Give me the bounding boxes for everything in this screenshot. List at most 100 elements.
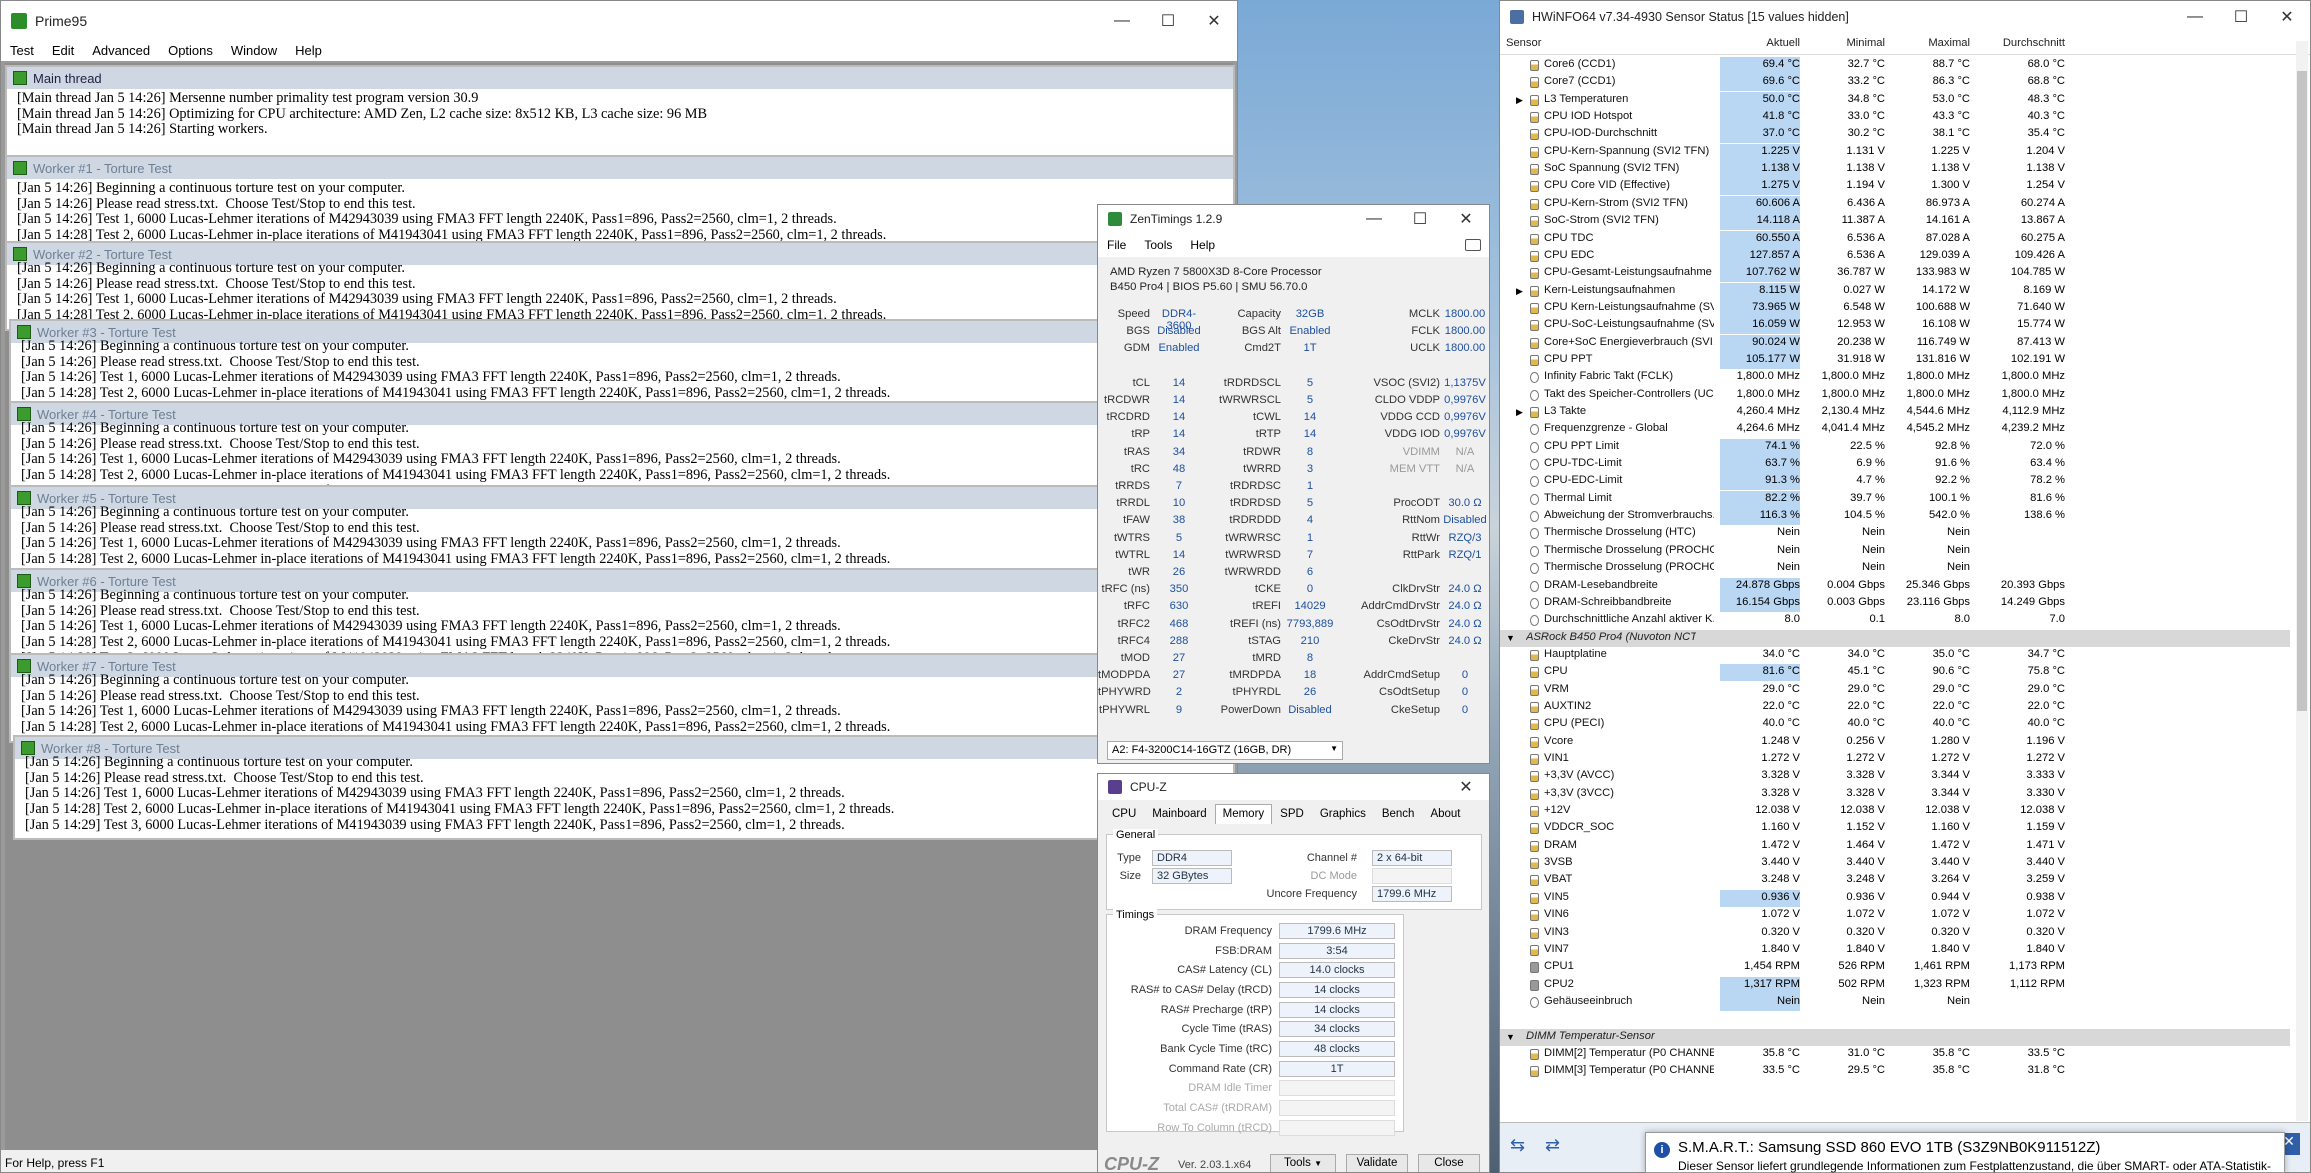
worker-window[interactable]: Worker #3 - Torture Test [Jan 5 14:26] Be…	[9, 319, 1235, 409]
col-sensor[interactable]: Sensor	[1506, 37, 1541, 49]
arrow-right-left-icon[interactable]: ⇄	[1545, 1135, 1560, 1156]
sensor-row[interactable]: ▼ DIMM Temperatur-Sensor	[1500, 1028, 2290, 1046]
sensor-row[interactable]: VIN5 0.936 V 0.936 V 0.944 V 0.938 V	[1500, 889, 2290, 907]
worker-window[interactable]: Worker #6 - Torture Test [Jan 5 14:26] Be…	[9, 568, 1235, 658]
sensor-row[interactable]: Frequenzgrenze - Global 4,264.6 MHz 4,041.…	[1500, 421, 2290, 438]
minimize-icon[interactable]: —	[1351, 205, 1397, 233]
worker-window[interactable]: Worker #5 - Torture Test [Jan 5 14:26] Be…	[9, 485, 1235, 575]
sensor-row[interactable]: VIN6 1.072 V 1.072 V 1.072 V 1.072 V	[1500, 907, 2290, 924]
validate-button[interactable]: Validate	[1346, 1154, 1408, 1172]
sensor-row[interactable]: ▶ Kern-Leistungsaufnahmen 8.115 W 0.027 W 14…	[1500, 282, 2290, 300]
menu-file[interactable]: File	[1098, 238, 1135, 252]
maximize-icon[interactable]: ☐	[1397, 205, 1443, 233]
scrollbar-thumb[interactable]	[2297, 71, 2307, 711]
menu-edit[interactable]: Edit	[43, 43, 83, 58]
sensor-row[interactable]: CPU1 1,454 RPM 526 RPM 1,461 RPM 1,173 RPM	[1500, 959, 2290, 976]
menu-help[interactable]: Help	[1181, 238, 1224, 252]
menu-advanced[interactable]: Advanced	[83, 43, 159, 58]
sensor-row[interactable]: CPU-EDC-Limit 91.3 % 4.7 % 92.2 % 78.2 %	[1500, 473, 2290, 491]
menu-window[interactable]: Window	[222, 43, 286, 58]
sensor-row[interactable]	[1500, 1011, 2290, 1028]
worker-window[interactable]: Worker #4 - Torture Test [Jan 5 14:26] Be…	[9, 401, 1235, 491]
sensor-row[interactable]: CPU-SoC-Leistungsaufnahme (SVI... 16.059 …	[1500, 317, 2290, 335]
col-max[interactable]: Maximal	[1890, 37, 1970, 49]
sensor-row[interactable]: CPU-Kern-Strom (SVI2 TFN) 60.606 A 6.436 A…	[1500, 195, 2290, 213]
col-min[interactable]: Minimal	[1805, 37, 1885, 49]
sensor-row[interactable]: Thermal Limit 82.2 % 39.7 % 100.1 % 81.6 %	[1500, 490, 2290, 508]
sensor-row[interactable]: CPU Core VID (Effective) 1.275 V 1.194 V 1.…	[1500, 178, 2290, 196]
sensor-row[interactable]: VIN3 0.320 V 0.320 V 0.320 V 0.320 V	[1500, 925, 2290, 942]
sensor-row[interactable]: DRAM-Lesebandbreite 24.878 Gbps 0.004 Gbps…	[1500, 577, 2290, 595]
sensor-row[interactable]: CPU TDC 60.550 A 6.536 A 87.028 A 60.275 A	[1500, 230, 2290, 248]
sensor-row[interactable]: CPU EDC 127.857 A 6.536 A 129.039 A 109.426 …	[1500, 247, 2290, 265]
arrow-left-right-icon[interactable]: ⇆	[1510, 1135, 1525, 1156]
sensor-row[interactable]: CPU Kern-Leistungsaufnahme (SVI... 73.965…	[1500, 299, 2290, 317]
main-thread-window[interactable]: Main thread [Main thread Jan 5 14:26] Me…	[5, 65, 1235, 157]
tab-memory[interactable]: Memory	[1214, 804, 1273, 824]
maximize-icon[interactable]: ☐	[1145, 1, 1191, 41]
sensor-row[interactable]: VIN7 1.840 V 1.840 V 1.840 V 1.840 V	[1500, 942, 2290, 959]
minimize-icon[interactable]: —	[2172, 1, 2218, 33]
sensor-row[interactable]: Core7 (CCD1) 69.6 °C 33.2 °C 86.3 °C 68.8 °C	[1500, 74, 2290, 92]
sensor-row[interactable]: DRAM-Schreibbandbreite 16.154 Gbps 0.003 G…	[1500, 594, 2290, 612]
sensor-row[interactable]: +3,3V (AVCC) 3.328 V 3.328 V 3.344 V 3.333 V	[1500, 768, 2290, 785]
col-average[interactable]: Durchschnitt	[1975, 37, 2065, 49]
sensor-row[interactable]: CPU PPT Limit 74.1 % 22.5 % 92.8 % 72.0 %	[1500, 438, 2290, 456]
tools-button[interactable]: Tools ▼	[1270, 1154, 1336, 1172]
sensor-row[interactable]: Thermische Drosselung (HTC) Nein Nein Nein	[1500, 525, 2290, 542]
sensor-row[interactable]: ▶ L3 Temperaturen 50.0 °C 34.8 °C 53.0 °C 48.…	[1500, 91, 2290, 109]
sensor-row[interactable]: CPU IOD Hotspot 41.8 °C 33.0 °C 43.3 °C 40.3…	[1500, 109, 2290, 127]
expand-arrow-icon[interactable]: ▼	[1506, 633, 1515, 643]
close-icon[interactable]: ✕	[1443, 774, 1489, 800]
expand-arrow-icon[interactable]: ▶	[1516, 286, 1523, 297]
close-icon[interactable]: ✕	[1443, 205, 1489, 233]
sensor-row[interactable]: +3,3V (3VCC) 3.328 V 3.328 V 3.344 V 3.330 V	[1500, 786, 2290, 803]
worker-window[interactable]: Worker #2 - Torture Test [Jan 5 14:26] Be…	[5, 241, 1235, 331]
sensor-row[interactable]: Core+SoC Energieverbrauch (SVI... 90.024 …	[1500, 334, 2290, 352]
hwinfo-titlebar[interactable]: HWiNFO64 v7.34-4930 Sensor Status [15 va…	[1500, 1, 2310, 33]
tab-graphics[interactable]: Graphics	[1312, 804, 1374, 824]
sensor-row[interactable]: Thermische Drosselung (PROCHO... Nein Nein…	[1500, 543, 2290, 560]
sensor-row[interactable]: 3VSB 3.440 V 3.440 V 3.440 V 3.440 V	[1500, 855, 2290, 872]
sensor-row[interactable]: Durchschnittliche Anzahl aktiver K... 8.0…	[1500, 612, 2290, 629]
sensor-row[interactable]: Abweichung der Stromverbrauchs... 116.3 %…	[1500, 508, 2290, 526]
sensor-row[interactable]: Hauptplatine 34.0 °C 34.0 °C 35.0 °C 34.7 °C	[1500, 647, 2290, 664]
module-select[interactable]: A2: F4-3200C14-16GTZ (16GB, DR) ▼	[1107, 741, 1343, 760]
sensor-row[interactable]: CPU PPT 105.177 W 31.918 W 131.816 W 102.191…	[1500, 351, 2290, 369]
tab-bench[interactable]: Bench	[1374, 804, 1423, 824]
sensor-row[interactable]: Vcore 1.248 V 0.256 V 1.280 V 1.196 V	[1500, 734, 2290, 751]
worker-titlebar[interactable]: Worker #1 - Torture Test	[7, 157, 1233, 179]
maximize-icon[interactable]: ☐	[2218, 1, 2264, 33]
tab-spd[interactable]: SPD	[1272, 804, 1312, 824]
tab-mainboard[interactable]: Mainboard	[1144, 804, 1214, 824]
sensor-row[interactable]: CPU (PECI) 40.0 °C 40.0 °C 40.0 °C 40.0 °C	[1500, 716, 2290, 733]
minimize-icon[interactable]: —	[1099, 1, 1145, 41]
zentimings-titlebar[interactable]: ZenTimings 1.2.9 — ☐ ✕	[1098, 205, 1489, 233]
expand-arrow-icon[interactable]: ▶	[1516, 407, 1523, 418]
sensor-row[interactable]: CPU-IOD-Durchschnitt 37.0 °C 30.2 °C 38.1 °…	[1500, 126, 2290, 144]
sensor-row[interactable]: CPU2 1,317 RPM 502 RPM 1,323 RPM 1,112 RPM	[1500, 976, 2290, 994]
sensor-row[interactable]: Thermische Drosselung (PROCHO... Nein Nein…	[1500, 560, 2290, 577]
sensor-row[interactable]: +12V 12.038 V 12.038 V 12.038 V 12.038 V	[1500, 803, 2290, 820]
worker-window[interactable]: Worker #7 - Torture Test [Jan 5 14:26] Be…	[9, 653, 1235, 743]
sensor-row[interactable]: VBAT 3.248 V 3.248 V 3.264 V 3.259 V	[1500, 872, 2290, 889]
sensor-row[interactable]: Core6 (CCD1) 69.4 °C 32.7 °C 88.7 °C 68.0 °C	[1500, 57, 2290, 74]
sensor-row[interactable]: Infinity Fabric Takt (FCLK) 1,800.0 MHz 1,…	[1500, 369, 2290, 386]
sensor-row[interactable]: SoC Spannung (SVI2 TFN) 1.138 V 1.138 V 1.1…	[1500, 161, 2290, 179]
screenshot-icon[interactable]	[1465, 239, 1481, 251]
sensor-row[interactable]: AUXTIN2 22.0 °C 22.0 °C 22.0 °C 22.0 °C	[1500, 699, 2290, 716]
sensor-row[interactable]: CPU-Kern-Spannung (SVI2 TFN) 1.225 V 1.131…	[1500, 143, 2290, 161]
tab-about[interactable]: About	[1422, 804, 1468, 824]
menu-test[interactable]: Test	[1, 43, 43, 58]
expand-arrow-icon[interactable]: ▼	[1506, 1032, 1515, 1042]
sensor-row[interactable]: CPU-Gesamt-Leistungsaufnahme 107.762 W 36.…	[1500, 265, 2290, 283]
worker-window[interactable]: Worker #8 - Torture Test [Jan 5 14:26] Be…	[13, 735, 1235, 840]
worker-window[interactable]: Worker #1 - Torture Test [Jan 5 14:26] Be…	[5, 155, 1235, 245]
sensor-row[interactable]: VRM 29.0 °C 29.0 °C 29.0 °C 29.0 °C	[1500, 682, 2290, 699]
sensor-row[interactable]: VIN1 1.272 V 1.272 V 1.272 V 1.272 V	[1500, 751, 2290, 768]
expand-arrow-icon[interactable]: ▶	[1516, 95, 1523, 106]
sensor-row[interactable]: CPU-TDC-Limit 63.7 % 6.9 % 91.6 % 63.4 %	[1500, 456, 2290, 474]
sensor-row[interactable]: VDDCR_SOC 1.160 V 1.152 V 1.160 V 1.159 V	[1500, 820, 2290, 837]
close-icon[interactable]: ✕	[2264, 1, 2310, 33]
close-icon[interactable]: ✕	[1191, 1, 1237, 41]
